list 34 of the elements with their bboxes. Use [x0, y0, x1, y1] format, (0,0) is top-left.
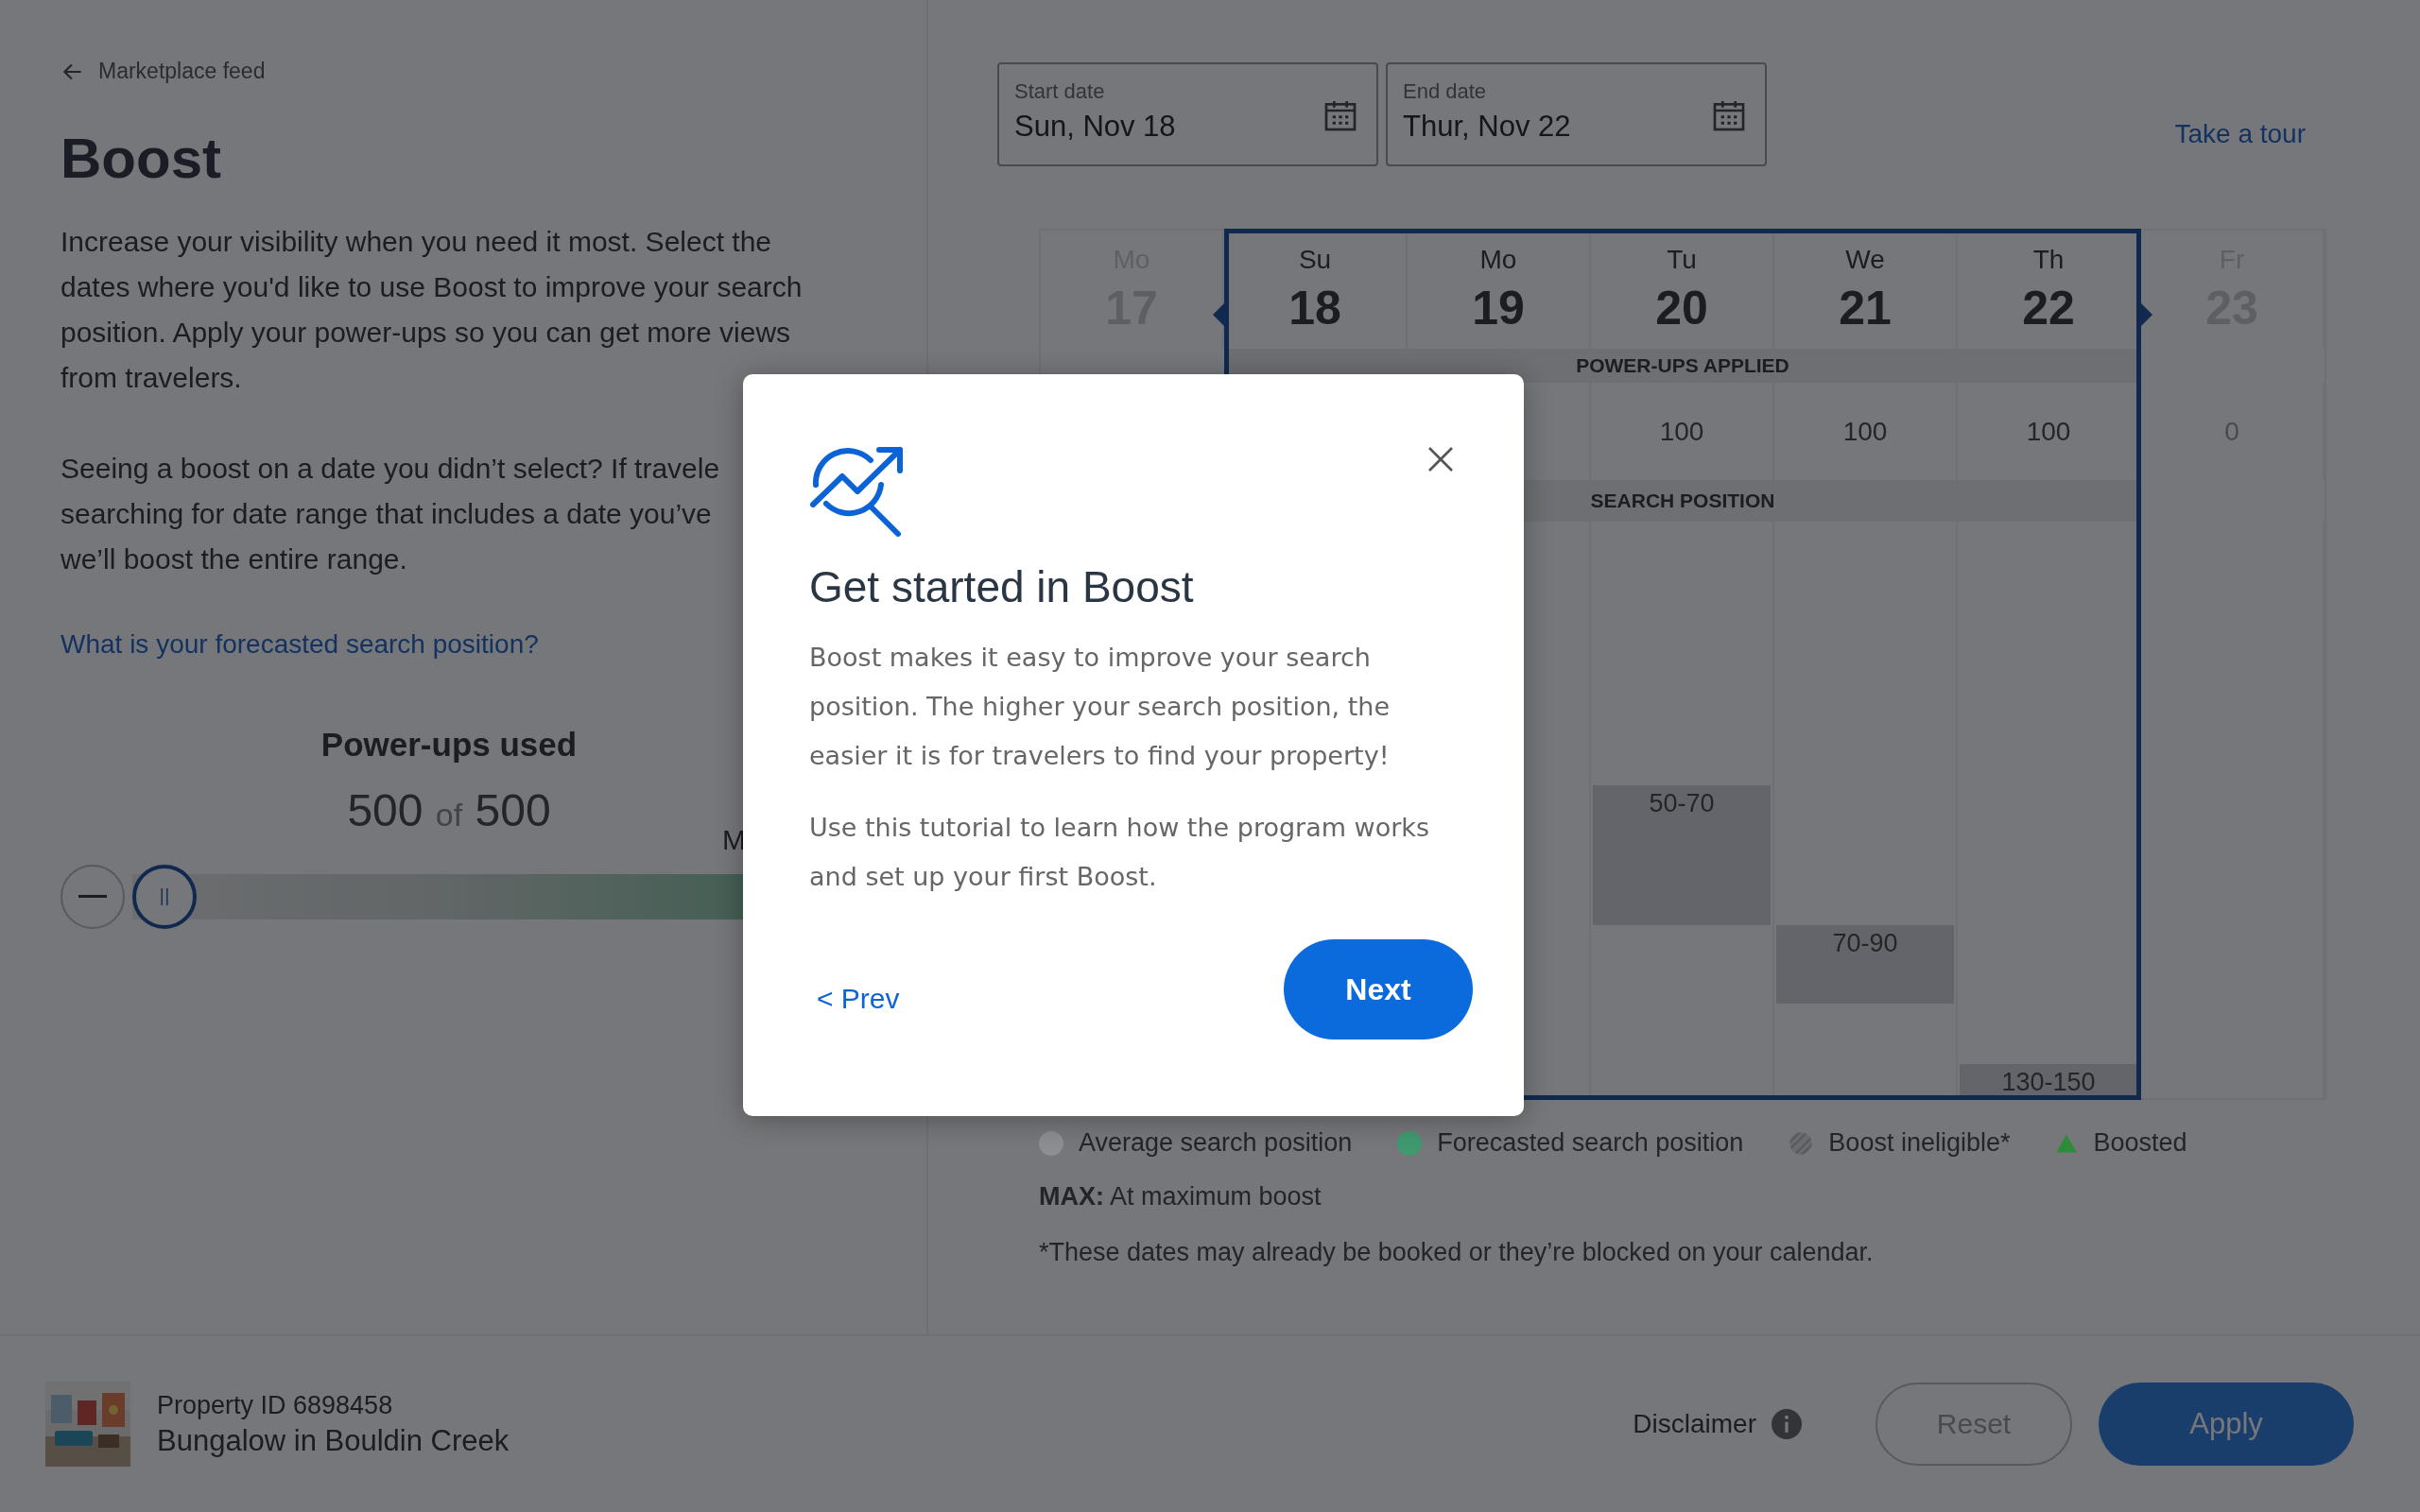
start-date-field[interactable]: Start date Sun, Nov 18: [997, 62, 1378, 166]
legend-label: Forecasted search position: [1437, 1128, 1744, 1158]
intro-paragraph: Increase your visibility when you need it most. Select the dates where you'd like to use Boost to improve your search position. Apply your power-ups so you can get more views from travelers.: [60, 224, 803, 395]
range-end-marker-icon[interactable]: [2141, 303, 2152, 326]
legend-label: Boost ineligible*: [1828, 1128, 2011, 1158]
info-icon[interactable]: [1772, 1409, 1802, 1439]
prev-link[interactable]: < Prev: [817, 983, 900, 1015]
forecast-link[interactable]: What is your forecasted search position?: [60, 628, 539, 660]
minus-icon: [78, 894, 107, 899]
search-position-bar: 70-90: [1776, 925, 1954, 1004]
power-ups-value: 100: [1659, 416, 1704, 447]
footnote: *These dates may already be booked or they’re blocked on your calendar.: [1039, 1238, 1875, 1267]
search-position-bar: 130-150: [1960, 1064, 2137, 1098]
back-link[interactable]: Marketplace feed: [60, 59, 266, 84]
dialog-text: Boost makes it easy to improve your search position. The higher your search position, the easier it is for travelers to find your property!: [809, 642, 1392, 772]
range-start-marker-icon[interactable]: [1213, 303, 1224, 326]
legend-label: Boosted: [2093, 1128, 2187, 1158]
power-ups-value: 100: [2026, 416, 2071, 447]
next-button[interactable]: Next: [1284, 939, 1473, 1040]
apply-button[interactable]: Apply: [2099, 1383, 2354, 1466]
property-id: Property ID 6898458: [157, 1390, 394, 1420]
dialog-text: Use this tutorial to learn how the program works and set up your first Boost.: [809, 812, 1430, 893]
property-name: Bungalow in Bouldin Creek: [157, 1423, 510, 1458]
page-title: Boost: [60, 125, 222, 191]
disclaimer-label: Disclaimer: [1633, 1409, 1756, 1439]
note-paragraph: Seeing a boost on a date you didn’t select? If travele searching for date range that includes a date you’ve we’ll boost the entire range.: [60, 451, 720, 576]
power-ups-value: 100: [1842, 416, 1888, 447]
dialog-title: Get started in Boost: [809, 561, 1195, 612]
search-position-bar: 50-70: [1593, 785, 1771, 925]
legend-label: Average search position: [1079, 1128, 1353, 1158]
end-date-field[interactable]: End date Thur, Nov 22: [1386, 62, 1767, 166]
max-note: MAX: At maximum boost: [1039, 1182, 1322, 1211]
take-tour-link[interactable]: Take a tour: [2174, 119, 2306, 149]
power-ups-heading: Power-ups used: [320, 725, 578, 764]
